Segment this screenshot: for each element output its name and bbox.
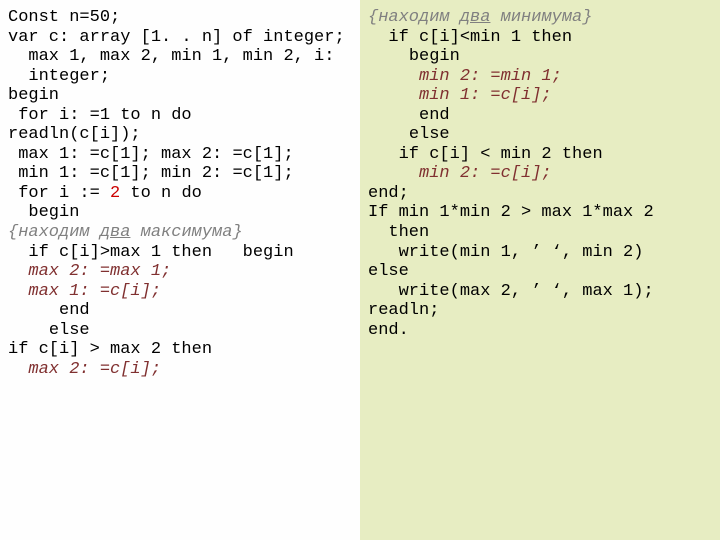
code-line: integer; (8, 67, 110, 86)
code-line: var c: array [1. . n] of integer; (8, 28, 345, 47)
code-line: If min 1*min 2 > max 1*max 2 (368, 203, 654, 222)
comment-min: {находим два минимума} (368, 8, 592, 27)
code-line: if c[i] > max 2 then (8, 340, 212, 359)
slide: Const n=50; var c: array [1. . n] of int… (0, 0, 720, 540)
code-text: to n do (120, 184, 202, 203)
comment-text: {находим (368, 8, 460, 27)
code-line: min 1: =c[1]; min 2: =c[1]; (8, 164, 294, 183)
code-line: write(min 1, ’ ‘, min 2) (368, 243, 643, 262)
code-line: else (8, 321, 90, 340)
comment-text: минимума} (490, 8, 592, 27)
code-line: begin (368, 47, 460, 66)
code-line: then (368, 223, 429, 242)
code-line: end. (368, 321, 409, 340)
code-line: readln; (368, 301, 439, 320)
code-line: begin (8, 86, 59, 105)
comment-underline: два (100, 223, 131, 242)
code-line: min 2: =c[i]; (368, 164, 552, 183)
comment-text: максимума} (130, 223, 242, 242)
comment-max: {находим два максимума} (8, 223, 243, 242)
code-line: min 2: =min 1; (368, 67, 562, 86)
code-line: if c[i] < min 2 then (368, 145, 603, 164)
comment-text: {находим (8, 223, 100, 242)
code-line: max 1: =c[1]; max 2: =c[1]; (8, 145, 294, 164)
code-line: end; (368, 184, 409, 203)
code-line: readln(c[i]); (8, 125, 141, 144)
code-line: begin (8, 203, 79, 222)
code-line: max 2: =c[i]; (8, 360, 161, 379)
code-line: min 1: =c[i]; (368, 86, 552, 105)
code-highlight: 2 (110, 184, 120, 203)
code-line: else (368, 262, 409, 281)
code-line: max 1: =c[i]; (8, 282, 161, 301)
code-line: for i: =1 to n do (8, 106, 192, 125)
code-line: else (368, 125, 450, 144)
code-line: if c[i]>max 1 then begin (8, 243, 294, 262)
code-line: for i := 2 to n do (8, 184, 202, 203)
code-line: max 1, max 2, min 1, min 2, i: (8, 47, 334, 66)
code-line: Const n=50; (8, 8, 120, 27)
code-text: for i := (8, 184, 110, 203)
code-line: end (8, 301, 90, 320)
comment-underline: два (460, 8, 491, 27)
left-column: Const n=50; var c: array [1. . n] of int… (0, 0, 360, 540)
code-line: if c[i]<min 1 then (368, 28, 572, 47)
code-line: end (368, 106, 450, 125)
right-column: {находим два минимума} if c[i]<min 1 the… (360, 0, 720, 540)
code-line: max 2: =max 1; (8, 262, 171, 281)
code-line: write(max 2, ’ ‘, max 1); (368, 282, 654, 301)
